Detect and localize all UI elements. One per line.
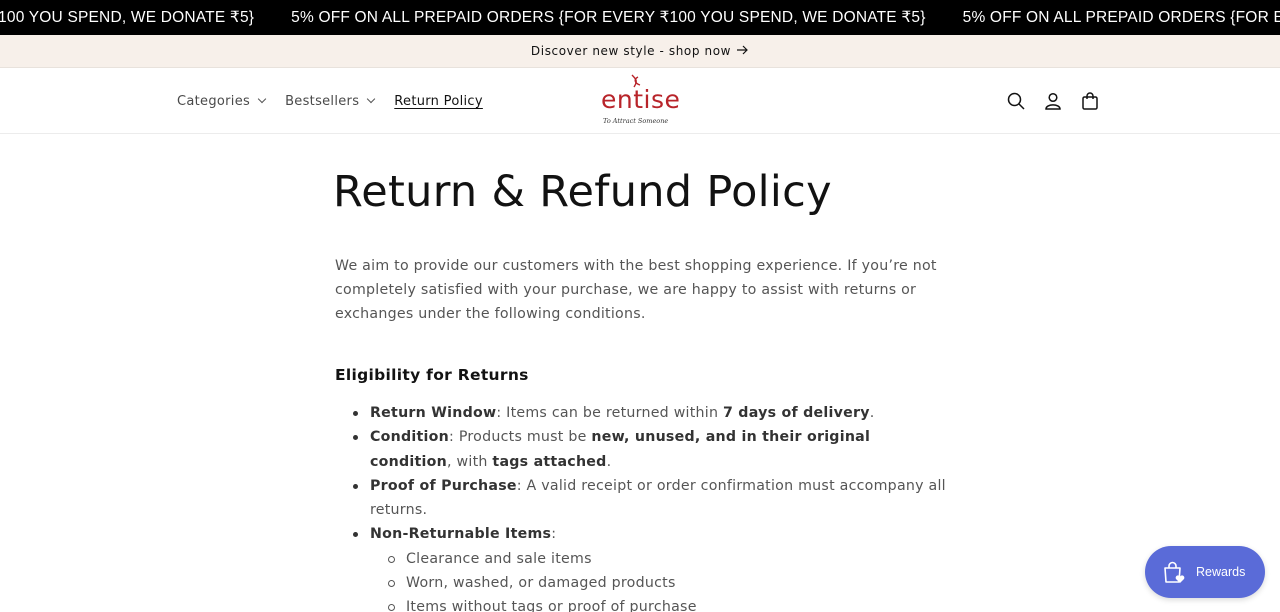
list-item: Condition: Products must be new, unused,…: [351, 425, 951, 474]
marquee-item: ₹100 YOU SPEND, WE DONATE ₹5}: [0, 9, 255, 26]
list-item: Return Window: Items can be returned wit…: [351, 401, 951, 425]
announcement-link[interactable]: Discover new style - shop now: [531, 44, 749, 59]
nav-label: Bestsellers: [285, 93, 360, 109]
list-item: Items without tags or proof of purchase: [388, 595, 951, 612]
rewards-button[interactable]: Rewards: [1145, 546, 1265, 598]
rule-text: , with: [447, 453, 493, 470]
rule-text: .: [606, 453, 612, 470]
list-item: Clearance and sale items: [388, 547, 951, 571]
announcement-text: Discover new style - shop now: [530, 44, 732, 58]
cart-icon[interactable]: [1077, 88, 1103, 114]
site-logo[interactable]: entise To Attract Someone: [601, 73, 681, 129]
marquee-bar: ₹100 YOU SPEND, WE DONATE ₹5} 5% OFF ON …: [0, 0, 1280, 35]
marquee-item: 5% OFF ON ALL PREPAID ORDERS {FOR EVERY …: [962, 9, 1280, 26]
rule-label: Return Window: [370, 405, 497, 421]
nav-label: Return Policy: [394, 93, 483, 109]
search-icon[interactable]: [1003, 88, 1029, 114]
rule-label: Condition: [370, 429, 450, 446]
main-nav: Categories Bestsellers Return Policy: [177, 68, 503, 134]
rule-text: : Items can be returned within: [496, 405, 723, 421]
rule-label: Non-Returnable Items: [370, 526, 552, 543]
marquee-track: ₹100 YOU SPEND, WE DONATE ₹5} 5% OFF ON …: [0, 0, 1280, 35]
intro-paragraph: We aim to provide our customers with the…: [335, 258, 937, 322]
rule-emphasis: tags attached: [492, 453, 607, 470]
chevron-down-icon: [257, 94, 267, 104]
rules-list: Return Window: Items can be returned wit…: [351, 401, 951, 612]
list-item: Worn, washed, or damaged products: [388, 571, 951, 595]
rule-text: : Products must be: [449, 429, 592, 446]
non-returnable-list: Clearance and sale items Worn, washed, o…: [370, 547, 951, 612]
account-icon[interactable]: [1040, 88, 1066, 114]
logo-tagline: To Attract Someone: [603, 117, 669, 125]
nav-categories[interactable]: Categories: [177, 93, 267, 109]
nav-label: Categories: [177, 93, 251, 109]
site-header: Categories Bestsellers Return Policy ent…: [0, 68, 1280, 134]
nav-return-policy[interactable]: Return Policy: [394, 94, 483, 109]
rule-label: Proof of Purchase: [370, 477, 517, 494]
rule-text: .: [869, 405, 875, 421]
chevron-down-icon: [367, 94, 376, 104]
list-item: Proof of Purchase: A valid receipt or or…: [351, 474, 951, 523]
marquee-item: 5% OFF ON ALL PREPAID ORDERS {FOR EVERY …: [291, 9, 926, 26]
logo-text: entise: [601, 85, 681, 114]
nav-bestsellers[interactable]: Bestsellers: [285, 93, 376, 109]
section-heading: Eligibility for Returns: [335, 366, 529, 384]
list-item: Non-Returnable Items: Clearance and sale…: [351, 522, 951, 612]
header-icons: [1003, 88, 1114, 114]
rule-emphasis: 7 days of delivery: [723, 405, 870, 421]
rule-text: :: [551, 526, 557, 543]
announcement-bar: Discover new style - shop now: [0, 35, 1280, 68]
arrow-right-icon: [737, 44, 749, 59]
rewards-label: Rewards: [1196, 565, 1246, 579]
page-title: Return & Refund Policy: [333, 167, 832, 217]
shopping-bag-heart-icon: [1164, 561, 1185, 583]
